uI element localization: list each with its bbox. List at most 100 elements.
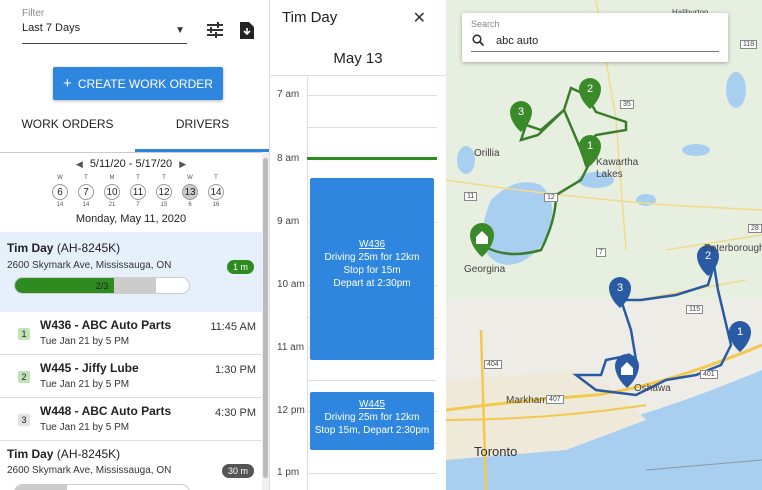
map-label: Kawartha Lakes <box>596 157 639 180</box>
driver-card[interactable]: Tim Day (AH-8245K) 2600 Skymark Ave, Mis… <box>0 441 262 490</box>
map-label: Peterborough <box>704 243 762 254</box>
road-shield: 12 <box>544 193 558 202</box>
hour-label: 12 pm <box>277 405 305 416</box>
filter-label: Filter <box>22 8 45 19</box>
search-label: Search <box>471 19 500 29</box>
hour-label: 8 am <box>277 153 300 164</box>
day-number: 6 <box>52 184 68 200</box>
selected-date-label: Monday, May 11, 2020 <box>75 213 187 225</box>
day-letter: M <box>109 175 115 181</box>
svg-text:1: 1 <box>587 140 593 152</box>
road-shield: 35 <box>620 100 634 109</box>
day-letter: W <box>57 175 63 181</box>
day-sub: 16 <box>212 202 220 208</box>
route-progress-bar <box>14 484 190 490</box>
create-work-order-button[interactable]: + CREATE WORK ORDER <box>53 67 223 100</box>
stop-time: 1:30 PM <box>215 364 256 376</box>
dropdown-caret-icon: ▼ <box>175 25 185 36</box>
event-detail: Stop 15m, Depart 2:30pm <box>314 425 430 436</box>
road-shield: 404 <box>484 360 502 369</box>
download-file-icon[interactable] <box>237 22 257 42</box>
filter-select[interactable]: Last 7 Days ▼ <box>22 22 187 44</box>
day-cell[interactable]: W 13 6 <box>179 175 201 208</box>
hour-label: 1 pm <box>277 467 300 478</box>
hour-line <box>307 473 437 474</box>
hour-label: 10 am <box>277 279 305 290</box>
event-id[interactable]: W445 <box>310 398 434 411</box>
road-shield: 407 <box>546 395 564 404</box>
day-cell[interactable]: T 14 16 <box>205 175 227 208</box>
close-icon[interactable]: ✕ <box>413 8 426 28</box>
next-week-icon[interactable]: ▶ <box>179 159 186 169</box>
scrollbar[interactable] <box>262 152 269 490</box>
day-cell[interactable]: W 6 14 <box>49 175 71 208</box>
calendar-date: May 13 <box>333 50 383 67</box>
hour-label: 11 am <box>277 342 305 353</box>
list-item[interactable]: 1 W436 - ABC Auto Parts Tue Jan 21 by 5 … <box>0 312 262 355</box>
day-letter: T <box>136 175 140 181</box>
stop-title: W436 - ABC Auto Parts <box>40 318 172 332</box>
stop-number: 1 <box>18 328 30 340</box>
svg-text:3: 3 <box>518 106 524 118</box>
map-label: Orillia <box>474 148 500 159</box>
hour-line <box>307 380 437 381</box>
stop-deadline: Tue Jan 21 by 5 PM <box>40 422 130 433</box>
svg-text:3: 3 <box>617 282 623 294</box>
road-shield: 28 <box>748 224 762 233</box>
stop-number: 3 <box>18 414 30 426</box>
day-letter: T <box>84 175 88 181</box>
duration-badge: 30 m <box>221 464 254 478</box>
map-search[interactable]: Search abc auto <box>462 13 728 62</box>
day-cell[interactable]: M 10 21 <box>101 175 123 208</box>
day-number: 10 <box>104 184 120 200</box>
tab-drivers[interactable]: DRIVERS <box>135 110 269 152</box>
event-detail: Driving 25m for 12km <box>324 412 420 423</box>
prev-week-icon[interactable]: ◀ <box>76 159 83 169</box>
scrollbar-thumb[interactable] <box>263 158 268 478</box>
event-id[interactable]: W436 <box>310 238 434 251</box>
road-shield: 7 <box>596 248 606 257</box>
map[interactable]: 3 2 1 3 2 1 Orillia Kawartha Lakes Georg… <box>446 0 762 490</box>
search-icon <box>472 34 485 49</box>
day-cell[interactable]: T 12 15 <box>153 175 175 208</box>
day-cell[interactable]: T 7 14 <box>75 175 97 208</box>
calendar-event[interactable]: W436 Driving 25m for 12km Stop for 15m D… <box>310 178 434 360</box>
driver-name-line: Tim Day (AH-8245K) <box>7 447 120 461</box>
day-cell[interactable]: T 11 7 <box>127 175 149 208</box>
day-sub: 14 <box>82 202 90 208</box>
road-shield: 401 <box>700 370 718 379</box>
tab-work-orders[interactable]: WORK ORDERS <box>0 110 135 152</box>
event-detail: Driving 25m for 12km <box>324 252 420 263</box>
list-item[interactable]: 2 W445 - Jiffy Lube Tue Jan 21 by 5 PM 1… <box>0 355 262 398</box>
tune-icon[interactable] <box>205 22 225 42</box>
progress-text: 2/3 <box>95 281 109 291</box>
driver-id: (AH-8245K) <box>56 241 121 255</box>
svg-text:2: 2 <box>587 83 593 95</box>
map-label: Markham <box>506 395 548 406</box>
stop-time: 4:30 PM <box>215 407 256 419</box>
map-label: Toronto <box>474 444 518 459</box>
stop-deadline: Tue Jan 21 by 5 PM <box>40 336 130 347</box>
day-number: 12 <box>156 184 172 200</box>
create-button-label: CREATE WORK ORDER <box>77 77 213 91</box>
stop-title: W445 - Jiffy Lube <box>40 361 139 375</box>
list-item[interactable]: 3 W448 - ABC Auto Parts Tue Jan 21 by 5 … <box>0 398 262 441</box>
stop-number: 2 <box>18 371 30 383</box>
hour-label: 7 am <box>277 89 300 100</box>
stop-time: 11:45 AM <box>210 321 256 333</box>
day-sub: 21 <box>108 202 116 208</box>
search-input[interactable]: abc auto <box>496 35 538 47</box>
stop-deadline: Tue Jan 21 by 5 PM <box>40 379 130 390</box>
tabs: WORK ORDERS DRIVERS <box>0 110 269 152</box>
day-sub: 6 <box>188 202 192 208</box>
route-progress-bar: 2/3 <box>14 277 190 294</box>
day-number: 14 <box>208 184 224 200</box>
hour-line <box>307 127 437 128</box>
calendar-event[interactable]: W445 Driving 25m for 12km Stop 15m, Depa… <box>310 392 434 450</box>
driver-list: ◀ 5/11/20 - 5/17/20 ▶ W 6 14 T 7 14 M 10 21 T 11 7… <box>0 152 262 490</box>
driver-card[interactable]: Tim Day (AH-8245K) 2600 Skymark Ave, Mis… <box>0 232 262 312</box>
hour-label: 9 am <box>277 216 300 227</box>
duration-badge: 1 m <box>226 260 254 274</box>
day-sub: 14 <box>56 202 64 208</box>
day-letter: T <box>162 175 166 181</box>
